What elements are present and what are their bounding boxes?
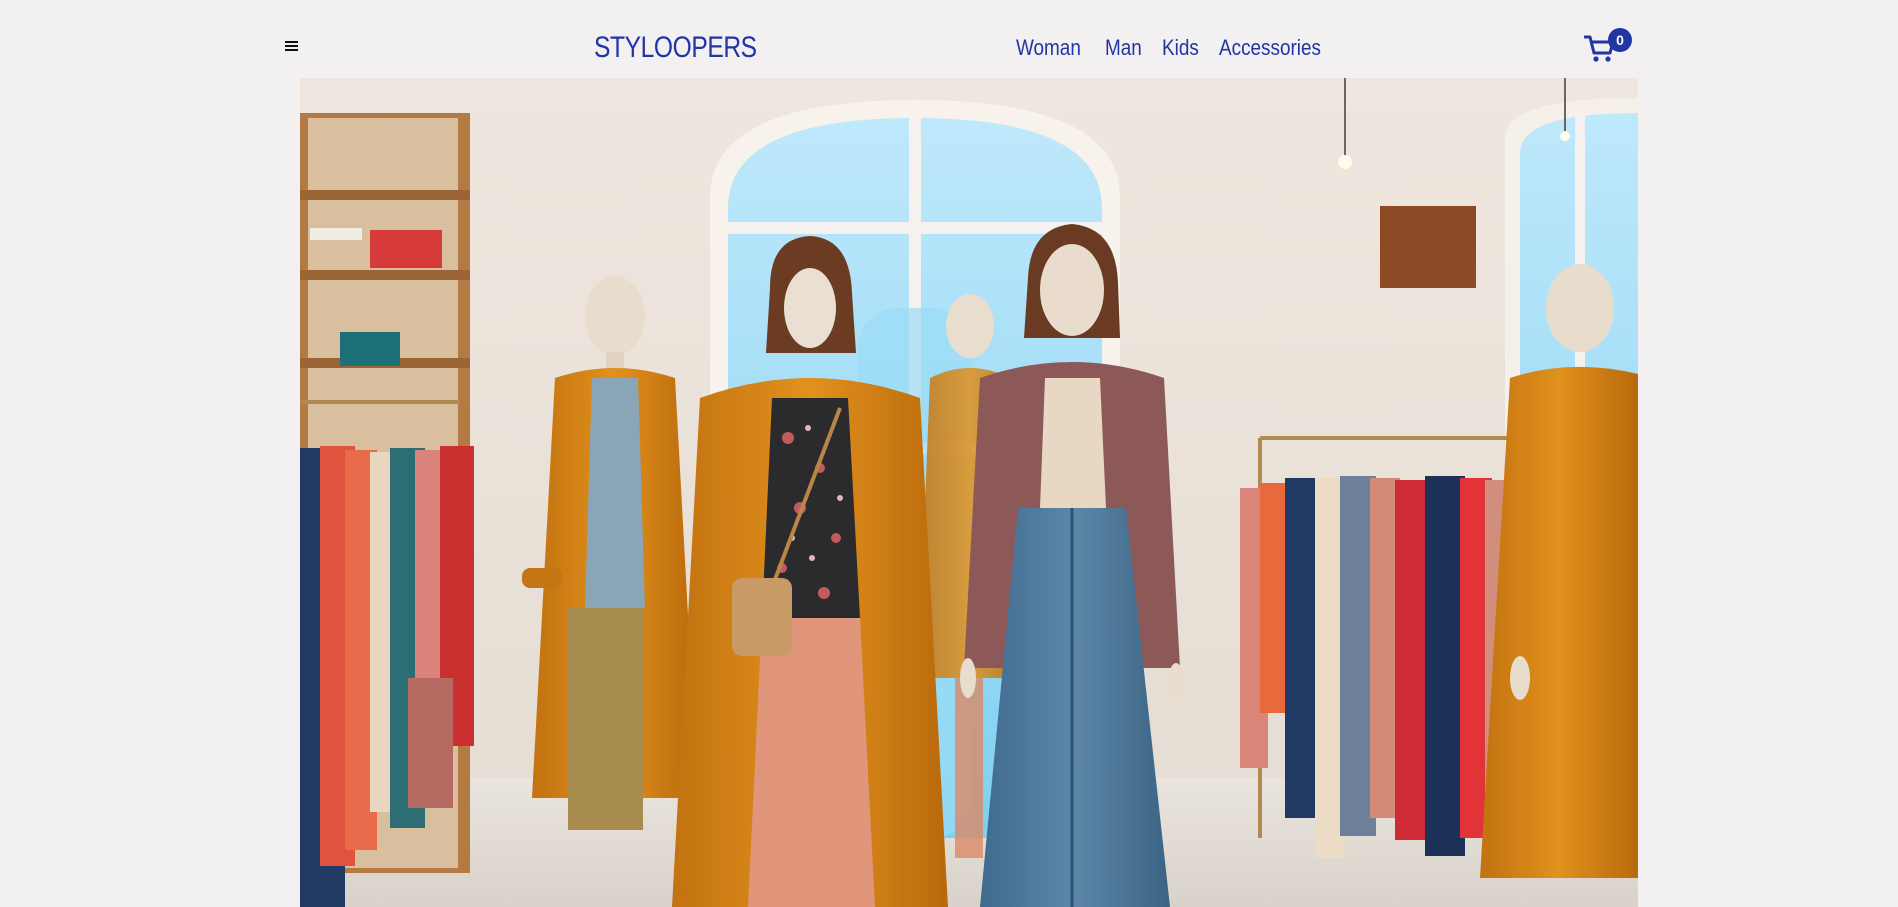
nav-link-kids[interactable]: Kids [1162,33,1199,63]
nav-link-man[interactable]: Man [1105,33,1142,63]
brand-logo[interactable]: STYLOOPERS [594,28,757,68]
main-nav: Woman Man Kids Accessories [1016,33,1332,63]
hamburger-menu-icon[interactable] [280,34,304,58]
cart-button[interactable]: 0 [1584,28,1634,68]
nav-link-woman[interactable]: Woman [1016,33,1081,63]
hero-image [300,78,1638,907]
site-header: STYLOOPERS Woman Man Kids Accessories 0 [0,0,1898,78]
nav-link-accessories[interactable]: Accessories [1219,33,1321,63]
cart-count-badge: 0 [1608,28,1632,52]
